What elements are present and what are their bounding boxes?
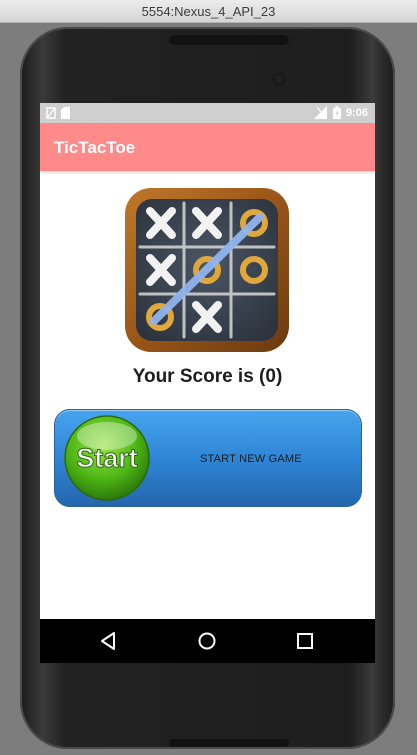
score-text: Your Score is (0) [132, 366, 283, 387]
no-sim-icon [46, 107, 56, 119]
device-screen: 9:06 TicTacToe Your Score is (0) Start S… [40, 103, 375, 663]
home-icon[interactable] [196, 630, 218, 652]
app-bar: TicTacToe [40, 123, 375, 171]
navigation-bar [40, 619, 375, 663]
emulator-title: 5554:Nexus_4_API_23 [141, 3, 276, 19]
start-ball-icon: Start [64, 415, 150, 501]
bottom-speaker [169, 739, 289, 747]
start-new-game-label: START NEW GAME [200, 453, 302, 465]
front-camera [273, 73, 285, 85]
signal-icon [313, 106, 327, 119]
tictactoe-logo [125, 188, 289, 352]
recents-icon[interactable] [294, 630, 316, 652]
status-bar: 9:06 [40, 103, 375, 123]
back-icon[interactable] [98, 630, 120, 652]
top-speaker [169, 35, 289, 45]
sd-card-icon [61, 107, 70, 119]
app-title: TicTacToe [54, 138, 136, 157]
start-ball-text: Start [76, 443, 138, 473]
start-new-game-button[interactable]: Start START NEW GAME [54, 409, 362, 507]
status-time: 9:06 [345, 106, 368, 119]
battery-icon [332, 106, 341, 119]
emulator-title-bar: 5554:Nexus_4_API_23 [0, 0, 417, 23]
